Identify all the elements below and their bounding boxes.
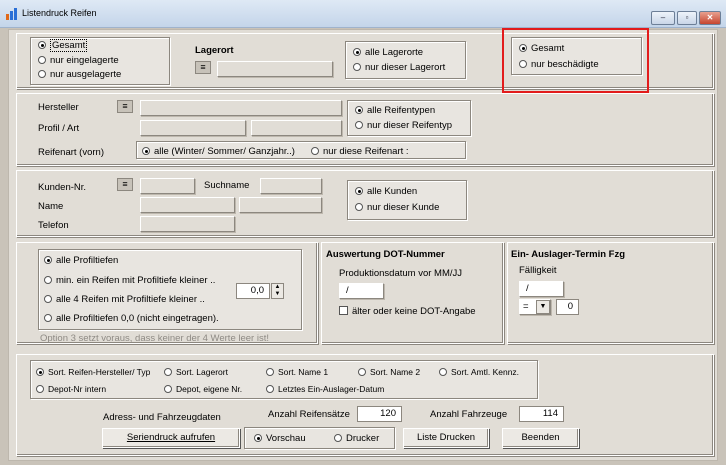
- maximize-icon[interactable]: ▫: [677, 11, 697, 25]
- radio-depot-intern[interactable]: Depot-Nr intern: [36, 384, 106, 395]
- reifensaetze-value: 120: [357, 406, 402, 422]
- reifensaetze-label: Anzahl Reifensätze: [268, 409, 350, 420]
- telefon-label: Telefon: [38, 220, 69, 231]
- name2-field[interactable]: [239, 197, 322, 213]
- radio-off-icon: [38, 70, 46, 78]
- list-icon[interactable]: ≡: [195, 61, 211, 74]
- radio-on-icon: [38, 41, 46, 49]
- radio-nur-dieser-kunde[interactable]: nur dieser Kunde: [355, 202, 439, 213]
- window-title: Listendruck Reifen: [22, 8, 97, 18]
- profiltiefe-input[interactable]: 0,0: [236, 283, 270, 299]
- radio-nur-dieser-reifentyp[interactable]: nur dieser Reifentyp: [355, 120, 452, 131]
- checkbox-aelter[interactable]: älter oder keine DOT-Angabe: [339, 306, 476, 317]
- list-icon[interactable]: ≡: [117, 100, 133, 113]
- radio-alle-profiltiefen[interactable]: alle Profiltiefen: [44, 255, 118, 266]
- radio-nur-eingelagerte[interactable]: nur eingelagerte: [38, 55, 119, 66]
- radio-alle-reifentypen[interactable]: alle Reifentypen: [355, 105, 435, 116]
- radio-sort-name2[interactable]: Sort. Name 2: [358, 367, 420, 378]
- radio-sort-kennz[interactable]: Sort. Amtl. Kennz.: [439, 367, 519, 378]
- art-field[interactable]: [251, 120, 342, 136]
- faelligkeit-label: Fälligkeit: [519, 265, 557, 276]
- close-icon[interactable]: ✕: [699, 11, 721, 25]
- radio-alle-lagerorte[interactable]: alle Lagerorte: [353, 47, 423, 58]
- spinner-icon[interactable]: ▲ ▼: [271, 283, 284, 299]
- list-icon[interactable]: ≡: [117, 178, 133, 191]
- fahrzeuge-label: Anzahl Fahrzeuge: [430, 409, 508, 420]
- name1-field[interactable]: [140, 197, 235, 213]
- fahrzeuge-value: 114: [519, 406, 564, 422]
- radio-sort-hersteller[interactable]: Sort. Reifen-Hersteller/ Typ: [36, 367, 150, 378]
- highlight-box: [502, 28, 649, 93]
- lagerort-label: Lagerort: [195, 45, 234, 56]
- kundennr-field[interactable]: [140, 178, 195, 194]
- radio-profiltiefen-null[interactable]: alle Profiltiefen 0,0 (nicht eingetragen…: [44, 313, 219, 324]
- radio-nur-ausgelagerte[interactable]: nur ausgelagerte: [38, 69, 121, 80]
- radio-letztes-datum[interactable]: Letztes Ein-Auslager-Datum: [266, 384, 384, 395]
- radio-nur-dieser-lagerort[interactable]: nur dieser Lagerort: [353, 62, 445, 73]
- suchname-label: Suchname: [204, 180, 250, 191]
- radio-gesamt[interactable]: Gesamt: [38, 39, 88, 52]
- lagerort-field[interactable]: [217, 61, 333, 77]
- hersteller-field[interactable]: [140, 100, 342, 116]
- beenden-button[interactable]: Beenden: [502, 428, 579, 448]
- dot-date-field[interactable]: /: [339, 283, 384, 299]
- suchname-field[interactable]: [260, 178, 322, 194]
- telefon-field[interactable]: [140, 216, 235, 232]
- seriendruck-button[interactable]: Seriendruck aufrufen: [102, 428, 240, 448]
- profil-field[interactable]: [140, 120, 246, 136]
- kundennr-label: Kunden-Nr.: [38, 182, 87, 193]
- radio-alle-4-reifen[interactable]: alle 4 Reifen mit Profiltiefe kleiner ..: [44, 294, 205, 305]
- reifenart-label: Reifenart (vorn): [38, 147, 104, 158]
- chevron-down-icon[interactable]: ▼: [536, 300, 550, 314]
- name-label: Name: [38, 201, 64, 212]
- radio-alle-reifenarten[interactable]: alle (Winter/ Sommer/ Ganzjahr..): [142, 146, 295, 157]
- minimize-icon[interactable]: –: [651, 11, 675, 25]
- radio-nur-diese-reifenart[interactable]: nur diese Reifenart :: [311, 146, 409, 157]
- adress-label: Adress- und Fahrzeugdaten: [103, 412, 221, 423]
- radio-vorschau[interactable]: Vorschau: [254, 433, 306, 444]
- radio-off-icon: [38, 56, 46, 64]
- termin-date-field[interactable]: /: [519, 281, 564, 297]
- termin-title: Ein- Auslager-Termin Fzg: [511, 249, 626, 260]
- dot-date-label: Produktionsdatum vor MM/JJ: [339, 268, 463, 279]
- radio-depot-eigene[interactable]: Depot, eigene Nr.: [164, 384, 242, 395]
- profil-note: Option 3 setzt voraus, dass keiner der 4…: [40, 333, 269, 344]
- app-icon: [6, 8, 17, 20]
- radio-drucker[interactable]: Drucker: [334, 433, 379, 444]
- liste-drucken-button[interactable]: Liste Drucken: [403, 428, 489, 448]
- termin-number-field[interactable]: 0: [556, 299, 579, 315]
- hersteller-label: Hersteller: [38, 102, 79, 113]
- dot-title: Auswertung DOT-Nummer: [326, 249, 445, 260]
- radio-alle-kunden[interactable]: alle Kunden: [355, 186, 417, 197]
- profil-label: Profil / Art: [38, 123, 80, 134]
- radio-sort-name1[interactable]: Sort. Name 1: [266, 367, 328, 378]
- radio-sort-lagerort[interactable]: Sort. Lagerort: [164, 367, 228, 378]
- checkbox-icon: [339, 306, 348, 315]
- radio-min-ein-reifen[interactable]: min. ein Reifen mit Profiltiefe kleiner …: [44, 275, 215, 286]
- title-bar: Listendruck Reifen – ▫ ✕: [0, 0, 726, 28]
